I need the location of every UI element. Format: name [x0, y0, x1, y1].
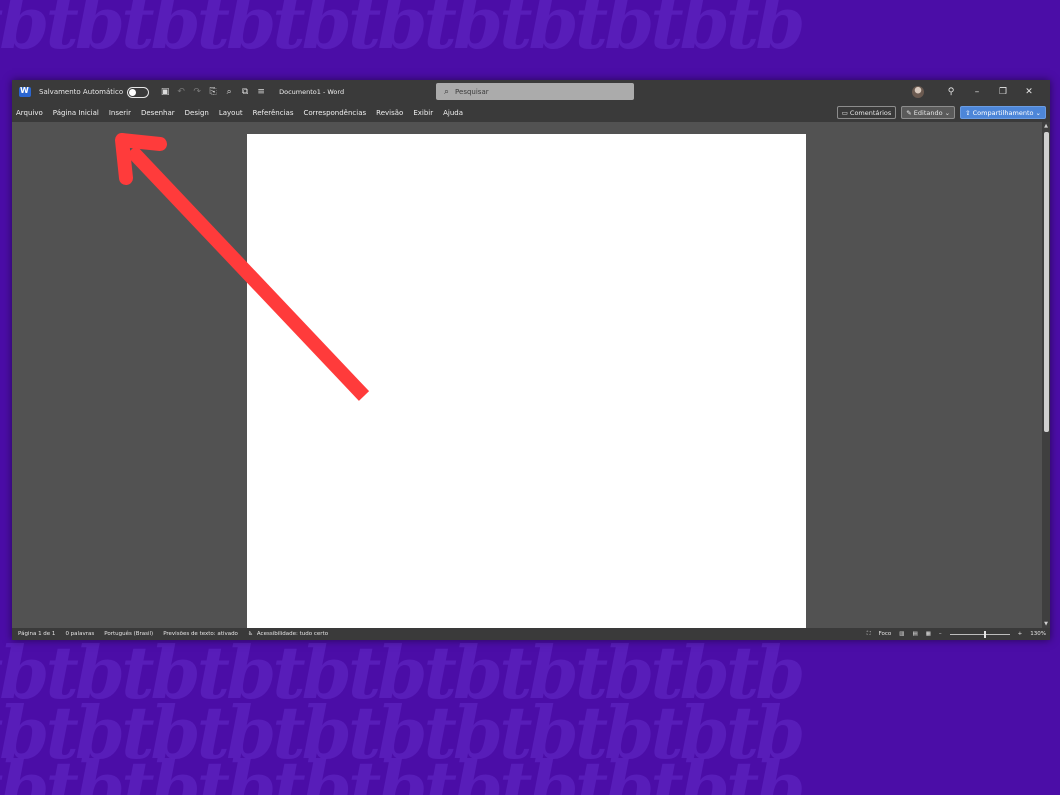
comment-icon: ▭ [841, 108, 850, 117]
autosave-label: Salvamento Automático [39, 88, 124, 96]
scroll-up-icon[interactable]: ▲ [1043, 123, 1049, 129]
pencil-icon: ✎ [906, 108, 914, 117]
tab-pagina-inicial[interactable]: Página Inicial [53, 109, 99, 117]
status-bar: Página 1 de 1 0 palavras Português (Bras… [12, 628, 1050, 640]
editing-label: Editando [913, 108, 943, 117]
word-window: Salvamento Automático ▣ ↶ ↷ ⎘ ⌕ ⧉ ≡ Docu… [12, 80, 1050, 640]
zoom-out-icon[interactable]: – [939, 631, 942, 637]
undo-icon[interactable]: ↶ [176, 87, 186, 97]
page-count[interactable]: Página 1 de 1 [18, 631, 55, 637]
redo-icon[interactable]: ↷ [192, 87, 202, 97]
customize-toolbar-icon[interactable]: ≡ [256, 87, 266, 97]
comments-button[interactable]: ▭ Comentários [836, 106, 897, 119]
accessibility-icon: ♿ [247, 631, 253, 637]
word-count[interactable]: 0 palavras [65, 631, 94, 637]
minimize-icon[interactable]: – [964, 87, 990, 97]
share-icon: ⇪ [965, 108, 973, 117]
search-input[interactable] [455, 87, 606, 96]
scroll-down-icon[interactable]: ▼ [1043, 621, 1049, 627]
copy-icon[interactable]: ⧉ [240, 87, 250, 97]
tab-layout[interactable]: Layout [219, 109, 243, 117]
print-layout-icon[interactable]: ▤ [913, 631, 918, 637]
vertical-scrollbar[interactable]: ▲ ▼ [1042, 122, 1050, 628]
editing-button[interactable]: ✎ Editando ⌄ [901, 106, 956, 119]
ribbon-actions: ▭ Comentários ✎ Editando ⌄ ⇪ Compartilha… [836, 106, 1046, 119]
format-painter-icon[interactable]: ⎘ [208, 87, 218, 97]
search-box[interactable]: ⌕ [436, 83, 634, 100]
share-label: Compartilhamento [972, 108, 1034, 117]
save-icon[interactable]: ▣ [160, 87, 170, 97]
zoom-level[interactable]: 130% [1030, 631, 1046, 637]
text-predictions-status[interactable]: Previsões de texto: ativado [163, 631, 238, 637]
document-page[interactable] [247, 134, 806, 630]
comments-label: Comentários [849, 108, 892, 117]
word-logo-icon [19, 86, 31, 97]
title-right-controls: ⚲ – ❐ ✕ [912, 80, 1042, 104]
tab-ajuda[interactable]: Ajuda [443, 109, 463, 117]
title-bar: Salvamento Automático ▣ ↶ ↷ ⎘ ⌕ ⧉ ≡ Docu… [12, 80, 1050, 104]
autosave-toggle[interactable] [127, 86, 150, 98]
chevron-down-icon: ⌄ [1033, 108, 1041, 117]
tab-revisao[interactable]: Revisão [376, 109, 403, 117]
tab-arquivo[interactable]: Arquivo [16, 109, 43, 117]
web-layout-icon[interactable]: ▦ [926, 631, 931, 637]
tab-correspondencias[interactable]: Correspondências [303, 109, 366, 117]
lightbulb-icon[interactable]: ⚲ [938, 87, 964, 97]
avatar[interactable] [912, 86, 924, 98]
close-icon[interactable]: ✕ [1016, 87, 1042, 97]
chevron-down-icon: ⌄ [942, 108, 951, 117]
focus-icon: ⛶ [866, 630, 871, 637]
focus-button[interactable]: Foco [879, 631, 892, 637]
tab-desenhar[interactable]: Desenhar [141, 109, 175, 117]
restore-icon[interactable]: ❐ [990, 87, 1016, 97]
zoom-in-icon[interactable]: + [1018, 631, 1023, 637]
document-canvas [12, 122, 1050, 630]
zoom-slider[interactable] [949, 630, 1010, 638]
find-icon[interactable]: ⌕ [224, 87, 234, 97]
ribbon-tabs: Arquivo Página Inicial Inserir Desenhar … [12, 104, 1050, 122]
language-status[interactable]: Português (Brasil) [104, 631, 153, 637]
tab-design[interactable]: Design [185, 109, 209, 117]
tab-referencias[interactable]: Referências [253, 109, 294, 117]
search-icon: ⌕ [444, 86, 450, 97]
scroll-thumb[interactable] [1044, 132, 1049, 432]
tab-exibir[interactable]: Exibir [413, 109, 433, 117]
share-button[interactable]: ⇪ Compartilhamento ⌄ [960, 106, 1046, 119]
accessibility-status[interactable]: Acessibilidade: tudo certo [257, 631, 328, 637]
tab-inserir[interactable]: Inserir [109, 109, 131, 117]
read-mode-icon[interactable]: ▥ [899, 631, 904, 637]
status-right: ⛶ Foco ▥ ▤ ▦ – + 130% [867, 628, 1046, 640]
document-title: Documento1 - Word [279, 88, 345, 96]
